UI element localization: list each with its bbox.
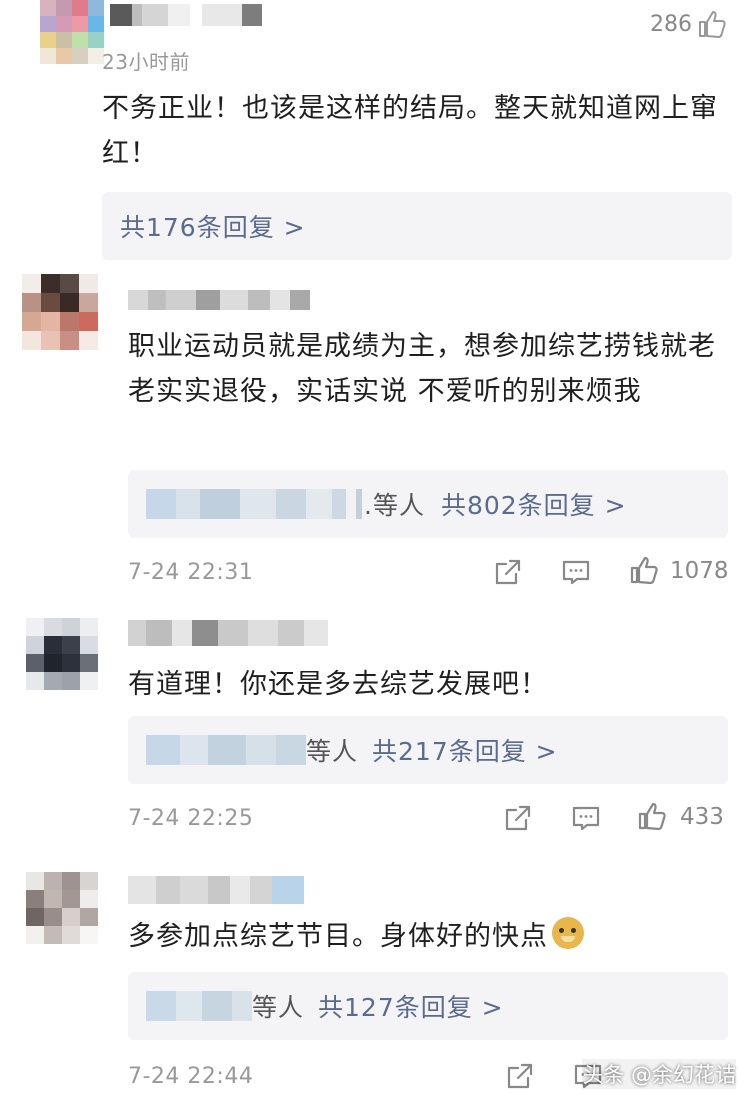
comment-text-body: 多参加点综艺节目。身体好的快点 — [128, 921, 548, 952]
username-blurred[interactable] — [128, 290, 310, 310]
reply-summary[interactable]: 等人 共217条回复 > — [128, 716, 728, 784]
reply-summary[interactable]: .等人 共802条回复 > — [128, 470, 728, 538]
comment-time: 7-24 22:25 — [128, 806, 254, 831]
comment-text: 不务正业！也该是这样的结局。整天就知道网上窜红！ — [102, 93, 718, 169]
comment-icon[interactable] — [570, 802, 602, 834]
comment-icon[interactable] — [560, 556, 592, 588]
reply-count-link[interactable]: 共802条回复 > — [441, 486, 627, 522]
comment-3: 有道理！你还是多去综艺发展吧！ 等人 共217条回复 > 7-24 22:25 … — [0, 610, 750, 855]
comment-text: 多参加点综艺节目。身体好的快点 — [128, 914, 728, 959]
avatar[interactable] — [26, 618, 98, 690]
avatar[interactable] — [22, 274, 98, 350]
thumbs-up-icon[interactable] — [628, 554, 660, 586]
comment-2: 职业运动员就是成绩为主，想参加综艺捞钱就老老实实退役，实话实说 不爱听的别来烦我… — [0, 270, 750, 600]
avatar[interactable] — [26, 872, 98, 944]
username-blurred[interactable] — [110, 4, 262, 26]
comment-text: 职业运动员就是成绩为主，想参加综艺捞钱就老老实实退役，实话实说 不爱听的别来烦我 — [128, 331, 716, 407]
reply-users-blurred — [146, 489, 362, 519]
like-count: 1078 — [670, 558, 729, 584]
reply-count-link[interactable]: 共217条回复 > — [372, 732, 558, 768]
username-blurred[interactable] — [128, 876, 304, 904]
comment-1: 23小时前 286 不务正业！也该是这样的结局。整天就知道网上窜红！ 共176条… — [0, 0, 750, 260]
comment-time: 23小时前 — [102, 50, 190, 74]
reply-users-blurred — [146, 991, 252, 1021]
comment-text: 有道理！你还是多去综艺发展吧！ — [128, 669, 548, 700]
comment-time: 7-24 22:31 — [128, 560, 254, 585]
comment-time: 7-24 22:44 — [128, 1064, 254, 1089]
reply-summary[interactable]: 等人 共127条回复 > — [128, 972, 728, 1040]
like-count: 433 — [680, 804, 724, 830]
reply-count-link[interactable]: 共127条回复 > — [318, 988, 504, 1024]
share-icon[interactable] — [504, 1060, 536, 1092]
reply-count-link[interactable]: 共176条回复 > — [120, 208, 306, 244]
watermark: 头条 @余幻花诘 — [582, 1059, 736, 1089]
thumbs-up-icon[interactable] — [636, 800, 668, 832]
reply-users-suffix: 等人 — [306, 737, 359, 766]
doge-emoji-icon — [552, 917, 584, 949]
thumbs-up-icon[interactable] — [696, 8, 728, 40]
reply-users-blurred — [146, 735, 306, 765]
reply-users-suffix: .等人 — [364, 491, 425, 520]
reply-summary[interactable]: 共176条回复 > — [102, 192, 732, 260]
username-blurred[interactable] — [128, 620, 328, 646]
share-icon[interactable] — [492, 556, 524, 588]
reply-users-suffix: 等人 — [252, 993, 305, 1022]
like-count: 286 — [650, 12, 692, 37]
share-icon[interactable] — [502, 802, 534, 834]
avatar[interactable] — [40, 0, 104, 64]
